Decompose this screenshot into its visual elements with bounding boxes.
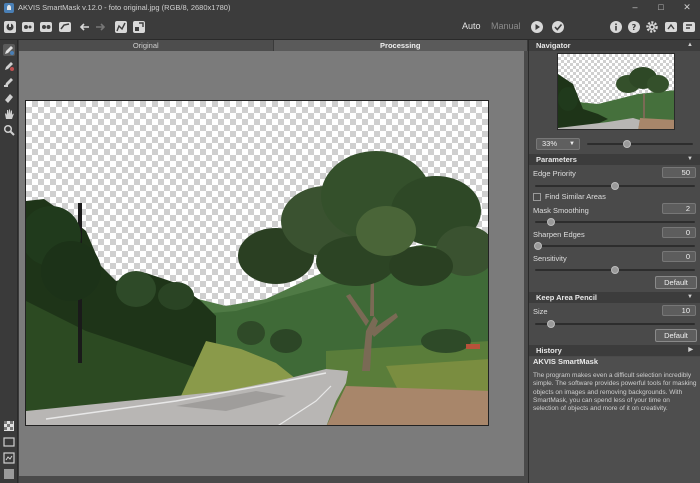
- tab-original[interactable]: Original: [19, 40, 274, 51]
- tool-palette: [0, 40, 18, 483]
- checkmark-icon[interactable]: [551, 20, 565, 34]
- sharpen-edges-slider[interactable]: [534, 242, 695, 250]
- maximize-icon[interactable]: □: [648, 0, 674, 15]
- sensitivity-slider[interactable]: [535, 266, 695, 274]
- mode-auto-tab[interactable]: Auto: [462, 21, 481, 31]
- navigator-preview[interactable]: [557, 53, 675, 130]
- mask-smoothing-field[interactable]: 2: [662, 203, 696, 214]
- zoom-value: 33%: [542, 139, 558, 148]
- image-canvas[interactable]: [25, 100, 489, 426]
- mask-smoothing-label: Mask Smoothing: [533, 206, 589, 215]
- home-icon[interactable]: [3, 20, 17, 34]
- export-icon[interactable]: [132, 20, 146, 34]
- edge-priority-label: Edge Priority: [533, 169, 576, 178]
- sharpen-edges-thumb[interactable]: [534, 242, 543, 250]
- keep-area-pencil-header[interactable]: Keep Area Pencil ▼: [529, 292, 700, 303]
- info-title: AKVIS SmartMask: [533, 357, 599, 366]
- find-similar-checkbox[interactable]: [533, 193, 541, 201]
- photo-landscape: [26, 151, 488, 425]
- navigator-header[interactable]: Navigator ▲: [529, 40, 700, 51]
- close-icon[interactable]: ✕: [674, 0, 700, 15]
- zoom-icon[interactable]: [3, 124, 15, 136]
- sensitivity-thumb[interactable]: [611, 266, 619, 274]
- mask-smoothing-slider[interactable]: [535, 218, 695, 226]
- compare-icon[interactable]: [3, 452, 15, 464]
- zoom-dropdown[interactable]: 33% ▼: [536, 138, 580, 150]
- size-slider[interactable]: [535, 320, 695, 328]
- fill-icon[interactable]: [3, 468, 15, 480]
- sharpen-edges-label: Sharpen Edges: [533, 230, 585, 239]
- find-similar-label: Find Similar Areas: [545, 192, 606, 201]
- pencil-default-button[interactable]: Default: [655, 329, 697, 342]
- keep-area-pencil-icon[interactable]: [3, 44, 15, 56]
- undo-icon[interactable]: [78, 20, 92, 34]
- hand-icon[interactable]: [3, 108, 15, 120]
- expand-icon[interactable]: ▶: [688, 345, 693, 356]
- keep-area-pencil-title: Keep Area Pencil: [536, 293, 597, 302]
- share-icon[interactable]: [664, 20, 678, 34]
- mask-smoothing-thumb[interactable]: [547, 218, 555, 226]
- history-header[interactable]: History ▶: [529, 345, 700, 356]
- minimize-icon[interactable]: –: [622, 0, 648, 15]
- collapse-icon[interactable]: ▼: [687, 154, 693, 165]
- edge-priority-field[interactable]: 50: [662, 167, 696, 178]
- magic-brush-icon[interactable]: [3, 76, 15, 88]
- checkerboard-icon[interactable]: [3, 420, 15, 432]
- open-image-icon[interactable]: [21, 20, 35, 34]
- chevron-down-icon: ▼: [569, 141, 575, 147]
- collapse-icon[interactable]: ▲: [687, 40, 693, 51]
- remove-area-pencil-icon[interactable]: [3, 60, 15, 72]
- main-toolbar: Auto Manual ?: [0, 15, 700, 40]
- history-title: History: [536, 346, 562, 355]
- batch-icon[interactable]: [58, 20, 72, 34]
- eraser-icon[interactable]: [3, 92, 15, 104]
- mode-manual-tab[interactable]: Manual: [491, 21, 521, 31]
- zoom-slider[interactable]: [587, 140, 693, 148]
- size-field[interactable]: 10: [662, 305, 696, 316]
- edge-priority-thumb[interactable]: [611, 182, 619, 190]
- play-icon[interactable]: [530, 20, 544, 34]
- image-workspace[interactable]: [19, 51, 524, 476]
- sensitivity-label: Sensitivity: [533, 254, 567, 263]
- tips-icon[interactable]: [682, 20, 696, 34]
- save-image-icon[interactable]: [39, 20, 53, 34]
- redo-icon[interactable]: [93, 20, 107, 34]
- size-label: Size: [533, 307, 548, 316]
- sharpen-edges-field[interactable]: 0: [662, 227, 696, 238]
- navigator-title: Navigator: [536, 41, 571, 50]
- window-title: AKVIS SmartMask v.12.0 - foto original.j…: [18, 3, 231, 12]
- parameters-header[interactable]: Parameters ▼: [529, 154, 700, 165]
- right-panel: Navigator ▲ 33% ▼ Parameters ▼ Edge Prio…: [528, 40, 700, 483]
- settings-icon[interactable]: [645, 20, 659, 34]
- parameters-title: Parameters: [536, 155, 577, 164]
- title-bar: AKVIS SmartMask v.12.0 - foto original.j…: [0, 0, 700, 15]
- view-tabs: Original Processing: [19, 40, 528, 51]
- tab-processing[interactable]: Processing: [273, 40, 528, 51]
- collapse-icon[interactable]: ▼: [687, 292, 693, 303]
- svg-text:?: ?: [632, 23, 637, 32]
- size-slider-thumb[interactable]: [547, 320, 555, 328]
- background-color-icon[interactable]: [3, 436, 15, 448]
- info-panel: AKVIS SmartMask The program makes even a…: [529, 357, 700, 483]
- help-icon[interactable]: ?: [627, 20, 641, 34]
- info-text: The program makes even a difficult selec…: [533, 372, 697, 413]
- parameters-default-button[interactable]: Default: [655, 276, 697, 289]
- edge-priority-slider[interactable]: [535, 182, 695, 190]
- info-icon[interactable]: [609, 20, 623, 34]
- zoom-slider-thumb[interactable]: [623, 140, 632, 148]
- sensitivity-field[interactable]: 0: [662, 251, 696, 262]
- horizontal-scrollbar[interactable]: [19, 476, 528, 483]
- apply-mask-icon[interactable]: [114, 20, 128, 34]
- app-logo-icon: [4, 2, 14, 13]
